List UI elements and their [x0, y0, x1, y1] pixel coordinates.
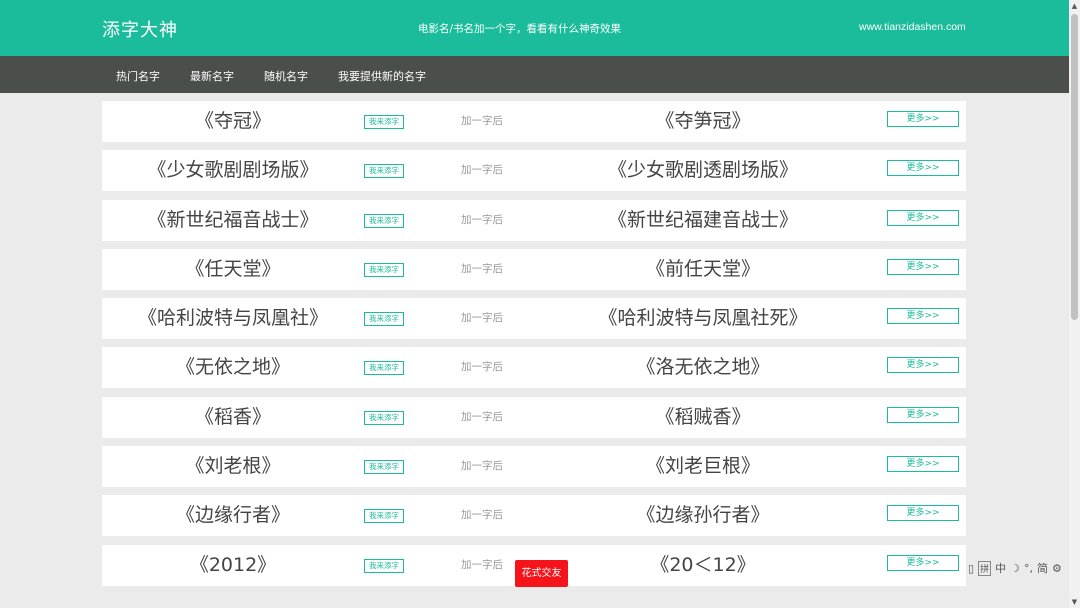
list-item: 《边缘行者》 我来添字 加一字后 《边缘孙行者》 更多>>	[102, 495, 966, 537]
after-label: 加一字后	[461, 509, 503, 522]
modified-title[interactable]: 《洛无依之地》	[582, 347, 824, 388]
main-nav: 热门名字 最新名字 随机名字 我要提供新的名字	[0, 56, 1069, 93]
more-button[interactable]: 更多>>	[887, 258, 959, 275]
ime-simplified-label[interactable]: 简	[1037, 560, 1048, 576]
add-char-button[interactable]: 我来添字	[364, 361, 404, 376]
list-item: 《任天堂》 我来添字 加一字后 《前任天堂》 更多>>	[102, 248, 966, 290]
more-button[interactable]: 更多>>	[887, 456, 959, 473]
more-button[interactable]: 更多>>	[887, 357, 959, 374]
nav-item-random[interactable]: 随机名字	[264, 68, 308, 84]
more-button[interactable]: 更多>>	[887, 554, 959, 571]
list-item: 《夺冠》 我来添字 加一字后 《夺笋冠》 更多>>	[102, 101, 966, 142]
ime-gear-icon[interactable]: ⚙	[1052, 562, 1062, 575]
after-label: 加一字后	[461, 262, 503, 275]
add-char-button[interactable]: 我来添字	[364, 460, 404, 475]
add-char-button[interactable]: 我来添字	[364, 509, 404, 524]
original-title[interactable]: 《边缘行者》	[102, 495, 364, 536]
after-label: 加一字后	[461, 115, 503, 127]
add-char-button[interactable]: 我来添字	[364, 312, 404, 327]
list-item: 《新世纪福音战士》 我来添字 加一字后 《新世纪福建音战士》 更多>>	[102, 199, 966, 241]
modified-title[interactable]: 《新世纪福建音战士》	[582, 200, 824, 241]
ime-doc-icon[interactable]: ▯	[968, 562, 974, 575]
nav-item-hot[interactable]: 热门名字	[116, 68, 160, 84]
list-item: 《无依之地》 我来添字 加一字后 《洛无依之地》 更多>>	[102, 347, 966, 389]
after-label: 加一字后	[461, 312, 503, 325]
add-char-button[interactable]: 我来添字	[364, 410, 404, 425]
site-tagline: 电影名/书名加一个字，看看有什么神奇效果	[418, 23, 622, 35]
ime-chinese-label[interactable]: 中	[995, 560, 1006, 576]
original-title[interactable]: 《新世纪福音战士》	[102, 200, 364, 241]
original-title[interactable]: 《哈利波特与凤凰社》	[102, 298, 364, 339]
ime-pinyin-label[interactable]: 拼	[978, 560, 992, 576]
add-char-button[interactable]: 我来添字	[364, 115, 404, 129]
list-item: 《哈利波特与凤凰社》 我来添字 加一字后 《哈利波特与凤凰社死》 更多>>	[102, 298, 966, 340]
ime-toolbar: ▯ 拼 中 ☽ °, 简 ⚙	[968, 560, 1062, 576]
add-char-button[interactable]: 我来添字	[364, 164, 404, 179]
scrollbar-thumb[interactable]	[1071, 14, 1078, 320]
original-title[interactable]: 《稻香》	[102, 397, 364, 438]
after-label: 加一字后	[461, 213, 503, 226]
more-button[interactable]: 更多>>	[887, 505, 959, 522]
more-button[interactable]: 更多>>	[887, 308, 959, 325]
site-header: 添字大神 电影名/书名加一个字，看看有什么神奇效果 www.tianzidash…	[0, 0, 1069, 56]
original-title[interactable]: 《夺冠》	[102, 101, 364, 142]
original-title[interactable]: 《任天堂》	[102, 249, 364, 290]
nav-item-latest[interactable]: 最新名字	[190, 68, 234, 84]
after-label: 加一字后	[461, 410, 503, 423]
modified-title[interactable]: 《刘老巨根》	[582, 446, 824, 487]
add-char-button[interactable]: 我来添字	[364, 558, 404, 573]
original-title[interactable]: 《少女歌剧剧场版》	[102, 150, 364, 191]
add-char-button[interactable]: 我来添字	[364, 262, 404, 277]
modified-title[interactable]: 《20＜12》	[582, 545, 824, 586]
modified-title[interactable]: 《少女歌剧透剧场版》	[582, 150, 824, 191]
after-label: 加一字后	[461, 361, 503, 374]
scroll-up-icon[interactable]: ▲	[1069, 0, 1080, 12]
site-logo[interactable]: 添字大神	[102, 16, 178, 42]
modified-title[interactable]: 《前任天堂》	[582, 249, 824, 290]
modified-title[interactable]: 《边缘孙行者》	[582, 495, 824, 536]
nav-item-submit-name[interactable]: 我要提供新的名字	[338, 68, 426, 84]
modified-title[interactable]: 《稻贼香》	[582, 397, 824, 438]
social-float-button[interactable]: 花式交友	[515, 560, 568, 587]
site-url[interactable]: www.tianzidashen.com	[859, 21, 966, 33]
more-button[interactable]: 更多>>	[887, 160, 959, 177]
list-item: 《刘老根》 我来添字 加一字后 《刘老巨根》 更多>>	[102, 446, 966, 488]
name-list: 《夺冠》 我来添字 加一字后 《夺笋冠》 更多>> 《少女歌剧剧场版》 我来添字 加一字后 《少…	[102, 101, 966, 594]
more-button[interactable]: 更多>>	[887, 209, 959, 226]
ime-moon-icon[interactable]: ☽	[1010, 562, 1020, 575]
original-title[interactable]: 《刘老根》	[102, 446, 364, 487]
list-item: 《少女歌剧剧场版》 我来添字 加一字后 《少女歌剧透剧场版》 更多>>	[102, 150, 966, 192]
original-title[interactable]: 《2012》	[102, 545, 364, 586]
ime-quote-icon[interactable]: °,	[1024, 562, 1033, 575]
after-label: 加一字后	[461, 460, 503, 473]
list-item: 《稻香》 我来添字 加一字后 《稻贼香》 更多>>	[102, 396, 966, 438]
original-title[interactable]: 《无依之地》	[102, 347, 364, 388]
after-label: 加一字后	[461, 558, 503, 571]
scroll-down-icon[interactable]: ▼	[1069, 596, 1080, 608]
modified-title[interactable]: 《哈利波特与凤凰社死》	[582, 298, 824, 339]
scrollbar[interactable]: ▲ ▼	[1069, 0, 1080, 608]
more-button[interactable]: 更多>>	[887, 406, 959, 423]
add-char-button[interactable]: 我来添字	[364, 213, 404, 228]
more-button[interactable]: 更多>>	[887, 111, 959, 127]
modified-title[interactable]: 《夺笋冠》	[582, 101, 824, 142]
after-label: 加一字后	[461, 164, 503, 177]
